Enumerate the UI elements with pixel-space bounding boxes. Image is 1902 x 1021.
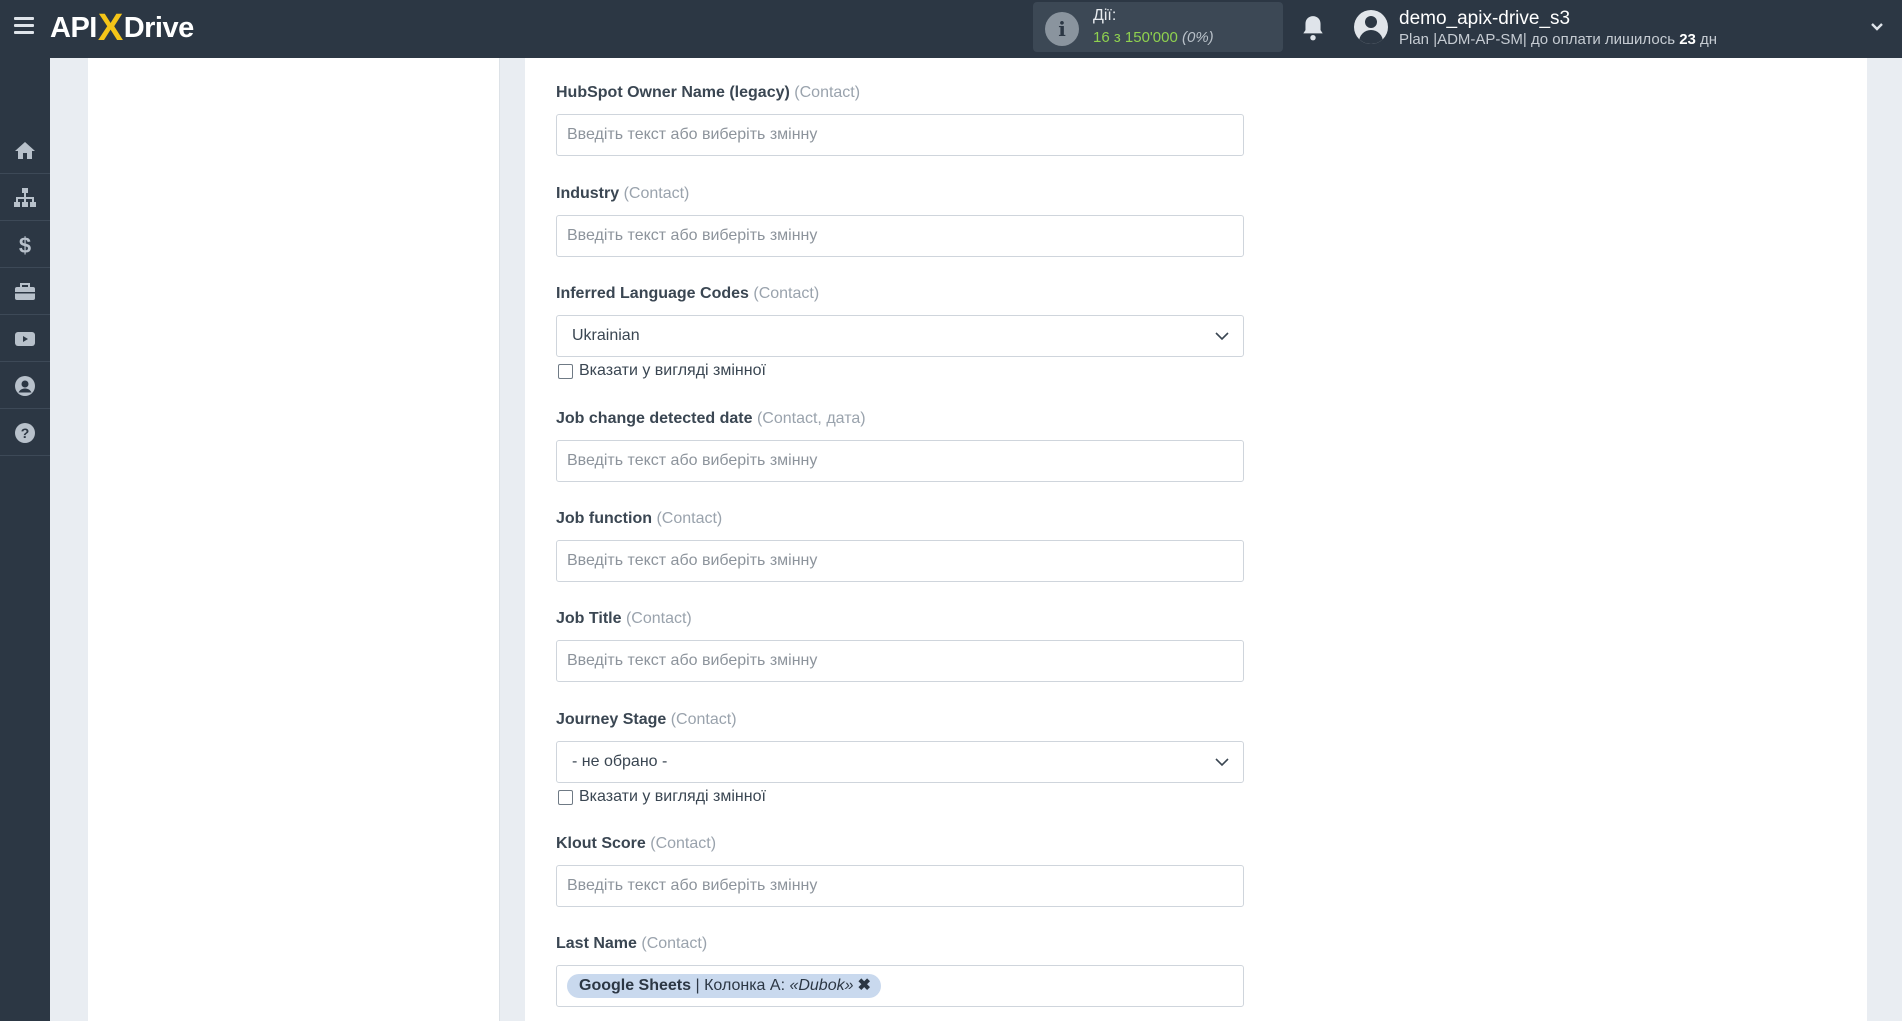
remove-tag-icon[interactable]: ✖ bbox=[858, 977, 871, 994]
svg-text:?: ? bbox=[21, 425, 30, 441]
select-value: - не обрано - bbox=[572, 753, 668, 770]
field-journey-stage: Journey Stage (Contact) - не обрано - Вк… bbox=[556, 711, 1244, 807]
top-bar: API X Drive i Дії: 16 з 150'000 (0%) demo_… bbox=[0, 0, 1902, 58]
logo-text-api: API bbox=[50, 11, 97, 44]
chevron-down-icon bbox=[1215, 332, 1229, 341]
video-icon bbox=[15, 331, 35, 346]
job-change-date-input[interactable] bbox=[556, 440, 1244, 482]
inferred-language-codes-select[interactable]: Ukrainian bbox=[556, 315, 1244, 357]
svg-text:$: $ bbox=[19, 233, 31, 257]
field-job-function: Job function (Contact) bbox=[556, 510, 1244, 582]
scrollbar[interactable] bbox=[1886, 58, 1902, 1021]
field-label: Klout Score (Contact) bbox=[556, 835, 717, 852]
field-last-name: Last Name (Contact) Google Sheets | Коло… bbox=[556, 935, 1244, 1007]
logo-text-x: X bbox=[97, 6, 123, 49]
use-variable-checkbox[interactable] bbox=[558, 789, 573, 805]
sidebar-item-video[interactable] bbox=[0, 316, 50, 362]
bell-icon[interactable] bbox=[1300, 14, 1326, 42]
logo-text-drive: Drive bbox=[123, 11, 195, 44]
sidebar-item-help[interactable]: ? bbox=[0, 410, 50, 456]
chevron-down-icon bbox=[1215, 758, 1229, 767]
apix-drive-logo[interactable]: API X Drive bbox=[50, 7, 195, 49]
chevron-down-icon[interactable] bbox=[1870, 20, 1884, 34]
user-plan: Plan |ADM-AP-SM| до оплати лишилось 23 д… bbox=[1399, 31, 1718, 48]
field-label: Job function (Contact) bbox=[556, 510, 723, 527]
field-label: Journey Stage (Contact) bbox=[556, 711, 737, 728]
field-job-change-detected-date: Job change detected date (Contact, дата) bbox=[556, 410, 1244, 482]
field-label: Last Name (Contact) bbox=[556, 935, 708, 952]
use-variable-row: Вказати у вигляді змінної bbox=[556, 361, 1244, 381]
sidebar-item-home[interactable] bbox=[0, 128, 50, 174]
user-name[interactable]: demo_apix-drive_s3 bbox=[1399, 8, 1570, 30]
sidebar-item-billing[interactable]: $ bbox=[0, 222, 50, 268]
checkbox-label: Вказати у вигляді змінної bbox=[579, 362, 766, 379]
field-label: HubSpot Owner Name (legacy) (Contact) bbox=[556, 84, 861, 101]
home-icon bbox=[15, 141, 35, 159]
use-variable-row: Вказати у вигляді змінної bbox=[556, 787, 1244, 807]
field-label: Job change detected date (Contact, дата) bbox=[556, 410, 866, 427]
field-industry: Industry (Contact) bbox=[556, 185, 1244, 257]
job-function-input[interactable] bbox=[556, 540, 1244, 582]
field-label: Job Title (Contact) bbox=[556, 610, 692, 627]
field-label: Industry (Contact) bbox=[556, 185, 690, 202]
sidebar-item-projects[interactable] bbox=[0, 269, 50, 315]
menu-icon[interactable] bbox=[14, 17, 34, 35]
dollar-icon: $ bbox=[19, 233, 31, 257]
sidebar-item-account[interactable] bbox=[0, 363, 50, 409]
user-circle-icon bbox=[15, 375, 35, 396]
sidebar: $ ? bbox=[0, 58, 50, 1021]
use-variable-checkbox[interactable] bbox=[558, 363, 573, 379]
left-panel bbox=[88, 58, 500, 1021]
job-title-input[interactable] bbox=[556, 640, 1244, 682]
sitemap-icon bbox=[14, 187, 36, 207]
field-klout-score: Klout Score (Contact) bbox=[556, 835, 1244, 907]
journey-stage-select[interactable]: - не обрано - bbox=[556, 741, 1244, 783]
field-label: Inferred Language Codes (Contact) bbox=[556, 285, 820, 302]
actions-count: 16 з 150'000 (0%) bbox=[1093, 29, 1214, 46]
variable-tag[interactable]: Google Sheets | Колонка А: «Dubok» ✖ bbox=[567, 974, 881, 998]
last-name-input[interactable]: Google Sheets | Колонка А: «Dubok» ✖ bbox=[556, 965, 1244, 1007]
field-job-title: Job Title (Contact) bbox=[556, 610, 1244, 682]
help-icon: ? bbox=[15, 422, 35, 443]
hubspot-owner-name-input[interactable] bbox=[556, 114, 1244, 156]
actions-counter[interactable]: i Дії: 16 з 150'000 (0%) bbox=[1033, 2, 1283, 52]
info-icon: i bbox=[1045, 12, 1079, 46]
klout-score-input[interactable] bbox=[556, 865, 1244, 907]
actions-label: Дії: bbox=[1093, 7, 1117, 24]
checkbox-label: Вказати у вигляді змінної bbox=[579, 788, 766, 805]
field-inferred-language-codes: Inferred Language Codes (Contact) Ukrain… bbox=[556, 285, 1244, 381]
select-value: Ukrainian bbox=[572, 327, 640, 344]
field-hubspot-owner-name: HubSpot Owner Name (legacy) (Contact) bbox=[556, 84, 1244, 156]
industry-input[interactable] bbox=[556, 215, 1244, 257]
briefcase-icon bbox=[15, 282, 35, 300]
avatar[interactable] bbox=[1354, 10, 1388, 44]
sidebar-item-connections[interactable] bbox=[0, 175, 50, 221]
